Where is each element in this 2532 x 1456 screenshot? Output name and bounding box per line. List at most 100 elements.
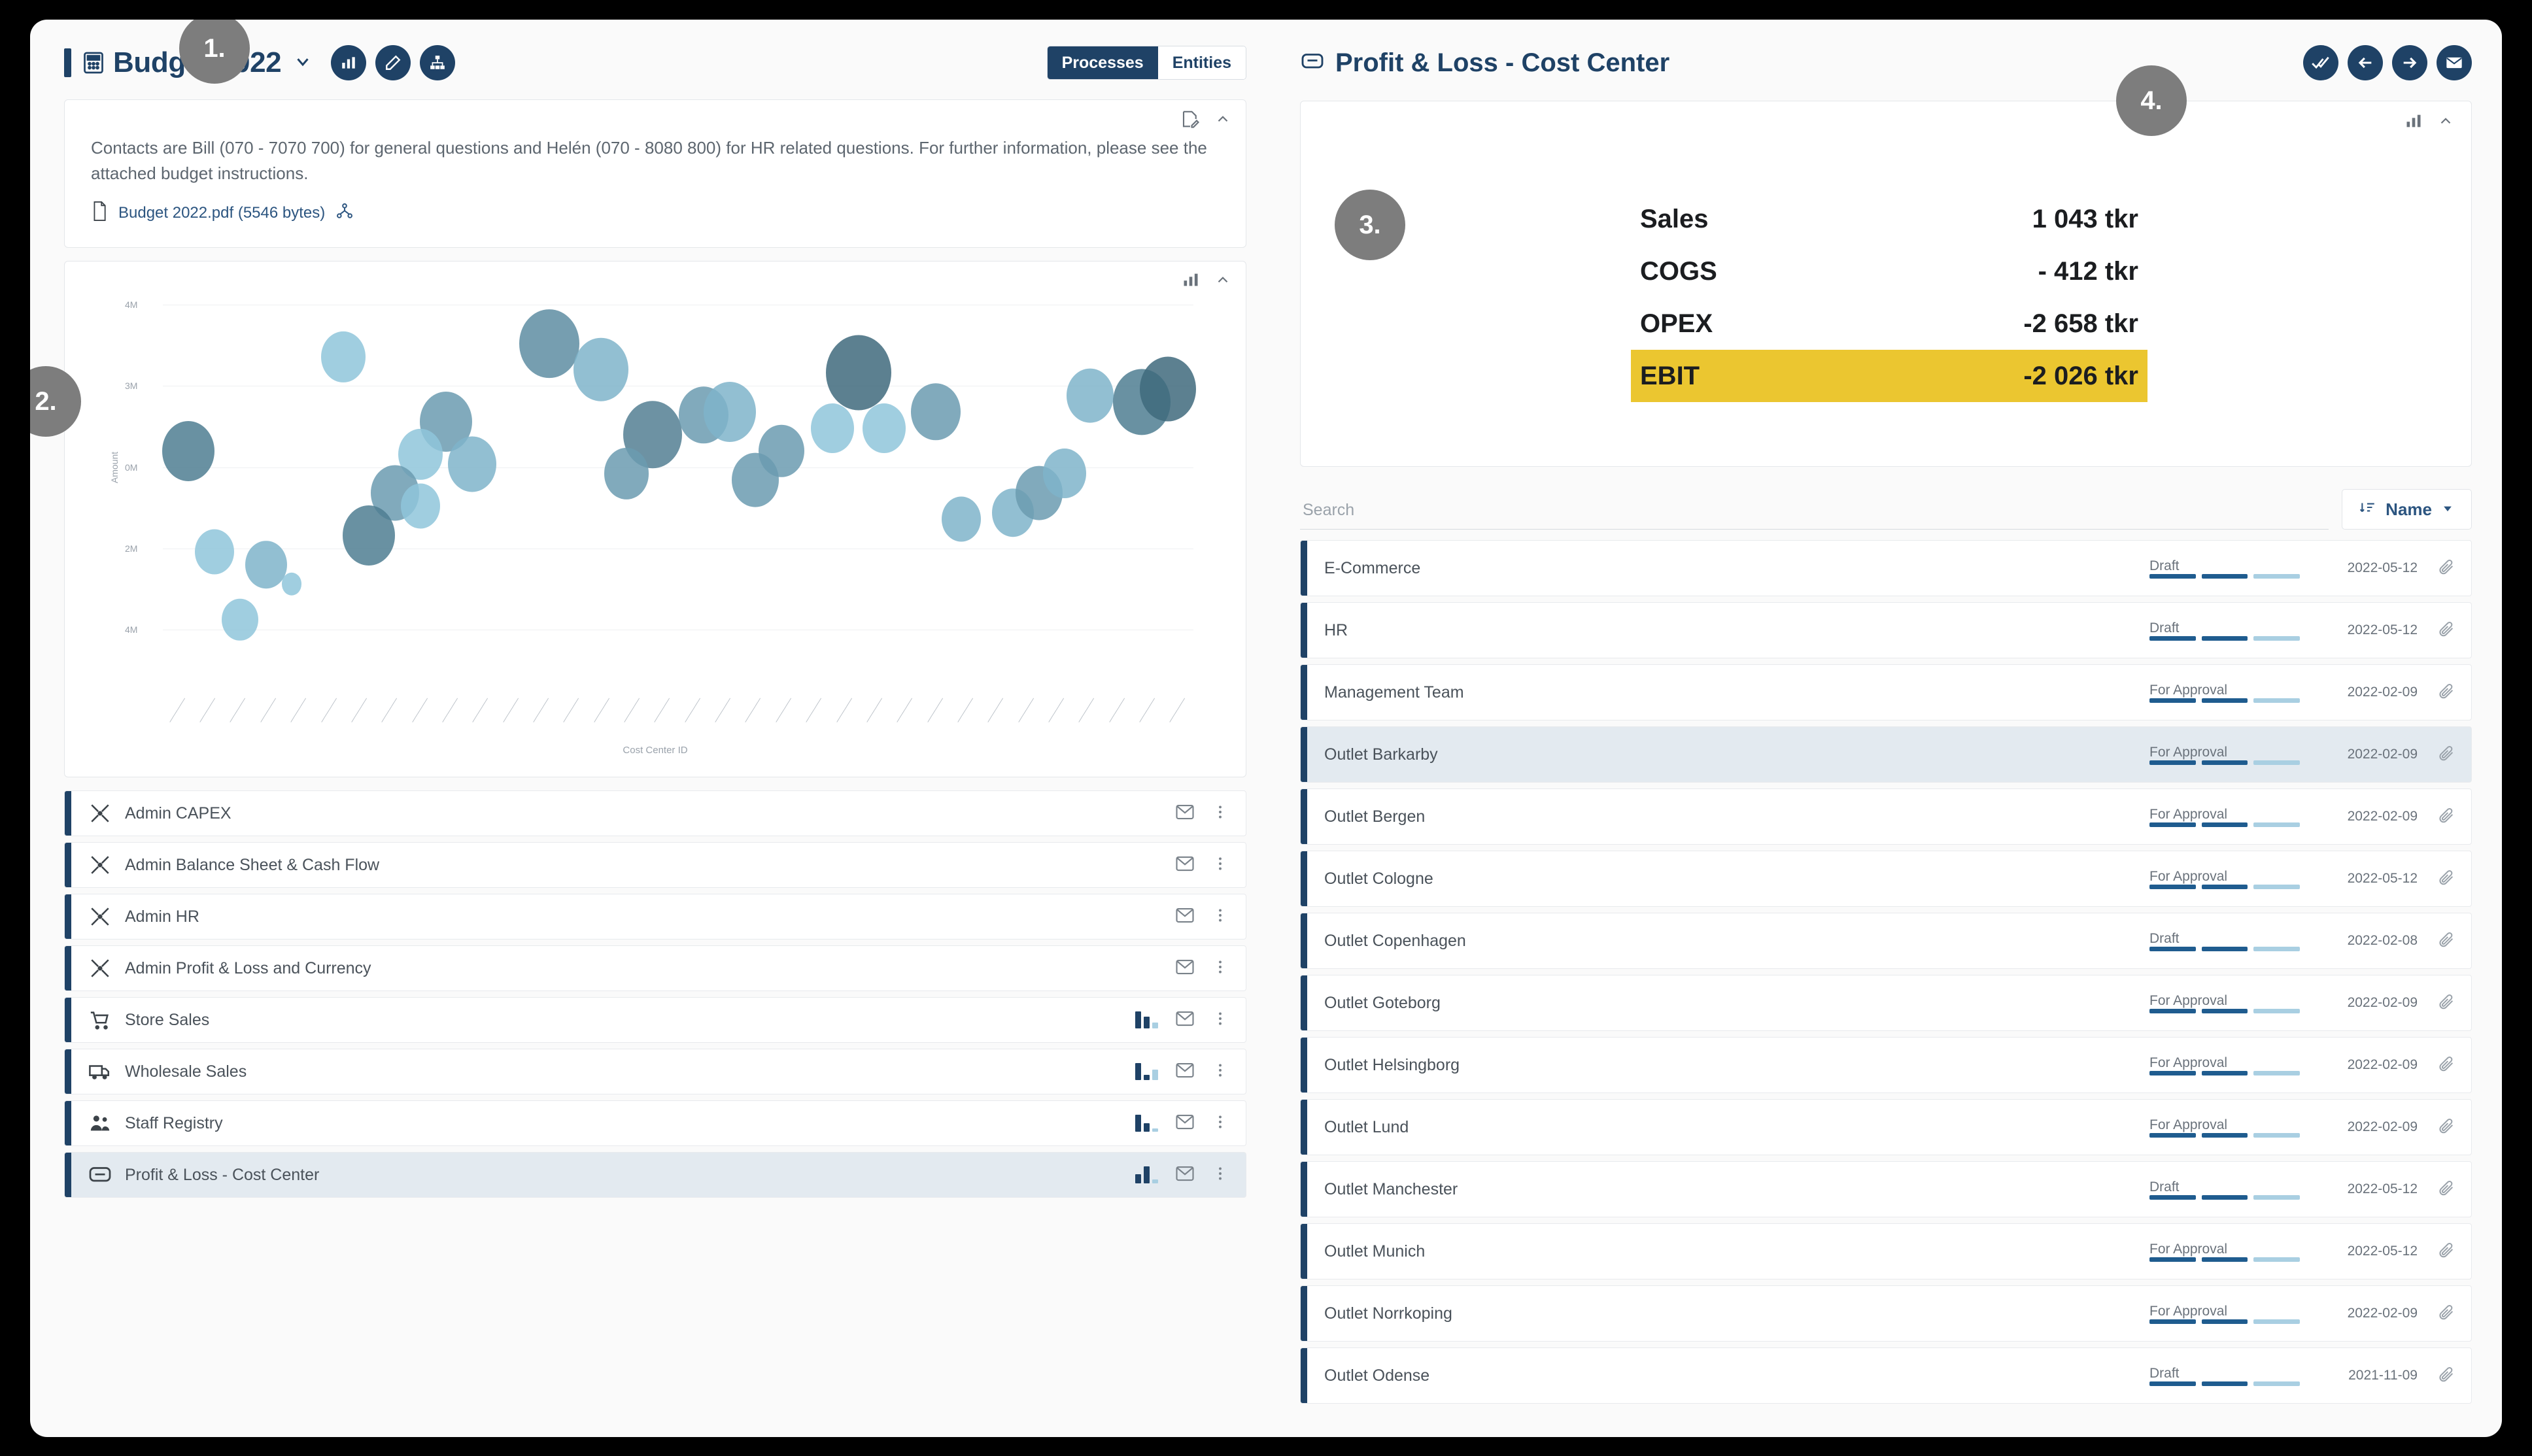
sort-dropdown[interactable]: Name xyxy=(2342,489,2472,530)
paperclip-icon[interactable] xyxy=(2437,930,2455,952)
more-vertical-icon[interactable] xyxy=(1212,1164,1229,1187)
chart-bubble[interactable] xyxy=(194,529,234,575)
more-vertical-icon[interactable] xyxy=(1212,802,1229,825)
entity-row[interactable]: Outlet Barkarby For Approval 2022-02-09 xyxy=(1300,726,2472,783)
entity-row[interactable]: Outlet Manchester Draft 2022-05-12 xyxy=(1300,1161,2472,1217)
edit-document-icon[interactable] xyxy=(1180,109,1200,132)
next-button[interactable] xyxy=(2392,45,2427,80)
paperclip-icon[interactable] xyxy=(2437,868,2455,890)
chart-bubble[interactable] xyxy=(1067,368,1114,423)
mail-icon[interactable] xyxy=(1175,1009,1195,1032)
mail-icon[interactable] xyxy=(1175,1164,1195,1187)
paperclip-icon[interactable] xyxy=(2437,1117,2455,1138)
paperclip-icon[interactable] xyxy=(2437,992,2455,1014)
entity-row[interactable]: Outlet Lund For Approval 2022-02-09 xyxy=(1300,1099,2472,1155)
paperclip-icon[interactable] xyxy=(2437,1365,2455,1387)
process-row[interactable]: Admin CAPEX xyxy=(64,790,1246,836)
entity-row[interactable]: Outlet Norrkoping For Approval 2022-02-09 xyxy=(1300,1285,2472,1342)
previous-button[interactable] xyxy=(2348,45,2383,80)
mail-icon[interactable] xyxy=(1175,1060,1195,1083)
process-row[interactable]: Wholesale Sales xyxy=(64,1049,1246,1094)
process-row[interactable]: Staff Registry xyxy=(64,1100,1246,1146)
chart-button[interactable] xyxy=(331,45,367,80)
chart-bubble[interactable] xyxy=(320,331,366,382)
approve-all-button[interactable] xyxy=(2303,45,2338,80)
chart-bubble[interactable] xyxy=(282,573,301,596)
chart-bubble[interactable] xyxy=(863,403,906,453)
process-row[interactable]: Profit & Loss - Cost Center xyxy=(64,1152,1246,1198)
entity-row[interactable]: Outlet Copenhagen Draft 2022-02-08 xyxy=(1300,913,2472,969)
mail-icon[interactable] xyxy=(1175,906,1195,928)
chart-bubble[interactable] xyxy=(732,452,779,507)
paperclip-icon[interactable] xyxy=(2437,806,2455,828)
process-row[interactable]: Admin Balance Sheet & Cash Flow xyxy=(64,842,1246,888)
chart-bubble[interactable] xyxy=(1139,356,1196,422)
chart-bubble[interactable] xyxy=(343,505,396,566)
chart-bubble[interactable] xyxy=(942,496,982,542)
bar-chart-icon[interactable] xyxy=(2404,112,2423,133)
profit-loss-value: -2 026 tkr xyxy=(2023,361,2138,390)
chart-bubble[interactable] xyxy=(703,382,756,442)
mail-icon[interactable] xyxy=(1175,802,1195,825)
chevron-up-icon[interactable] xyxy=(2437,112,2454,133)
chart-bubble[interactable] xyxy=(825,335,891,411)
share-icon[interactable] xyxy=(335,202,354,224)
mail-icon[interactable] xyxy=(1175,957,1195,980)
process-row[interactable]: Admin Profit & Loss and Currency xyxy=(64,945,1246,991)
chart-bubble[interactable] xyxy=(911,383,961,441)
chart-bubble[interactable] xyxy=(447,435,496,492)
tools-icon xyxy=(86,957,114,979)
more-vertical-icon[interactable] xyxy=(1212,1060,1229,1083)
chevron-up-icon[interactable] xyxy=(1214,110,1231,131)
paperclip-icon[interactable] xyxy=(2437,744,2455,766)
entity-row[interactable]: Outlet Bergen For Approval 2022-02-09 xyxy=(1300,788,2472,845)
more-vertical-icon[interactable] xyxy=(1212,1112,1229,1135)
more-vertical-icon[interactable] xyxy=(1212,957,1229,980)
entity-row[interactable]: Outlet Munich For Approval 2022-05-12 xyxy=(1300,1223,2472,1279)
attachment-name[interactable]: Budget 2022.pdf (5546 bytes) xyxy=(118,204,325,222)
process-row[interactable]: Admin HR xyxy=(64,894,1246,940)
chart-bubble[interactable] xyxy=(245,540,287,589)
paperclip-icon[interactable] xyxy=(2437,682,2455,703)
entity-row[interactable]: Outlet Goteborg For Approval 2022-02-09 xyxy=(1300,975,2472,1031)
hierarchy-button[interactable] xyxy=(420,45,456,80)
chevron-down-icon[interactable] xyxy=(293,52,313,75)
chart-bubble[interactable] xyxy=(401,483,440,529)
row-accent xyxy=(1301,1348,1307,1403)
entity-row[interactable]: Outlet Cologne For Approval 2022-05-12 xyxy=(1300,851,2472,907)
tab-processes[interactable]: Processes xyxy=(1047,46,1158,79)
edit-button[interactable] xyxy=(375,45,411,80)
mail-icon[interactable] xyxy=(1175,854,1195,877)
tab-entities[interactable]: Entities xyxy=(1157,46,1246,79)
chart-bubble[interactable] xyxy=(604,448,649,499)
paperclip-icon[interactable] xyxy=(2437,620,2455,641)
entity-row[interactable]: E-Commerce Draft 2022-05-12 xyxy=(1300,540,2472,596)
profit-loss-label: OPEX xyxy=(1640,309,1713,338)
more-vertical-icon[interactable] xyxy=(1212,1009,1229,1032)
more-vertical-icon[interactable] xyxy=(1212,854,1229,877)
mail-button[interactable] xyxy=(2437,45,2472,80)
paperclip-icon[interactable] xyxy=(2437,1179,2455,1200)
chart-bubble[interactable] xyxy=(811,403,855,453)
chart-bubble[interactable] xyxy=(573,338,628,401)
entity-row[interactable]: Outlet Helsingborg For Approval 2022-02-09 xyxy=(1300,1037,2472,1093)
mail-icon[interactable] xyxy=(1175,1112,1195,1135)
paperclip-icon[interactable] xyxy=(2437,558,2455,579)
more-vertical-icon[interactable] xyxy=(1212,906,1229,928)
paperclip-icon[interactable] xyxy=(2437,1303,2455,1325)
chart-bubble[interactable] xyxy=(1043,449,1086,499)
chart-bubble[interactable] xyxy=(162,420,215,481)
entity-row[interactable]: HR Draft 2022-05-12 xyxy=(1300,602,2472,658)
status-label: Draft xyxy=(2149,930,2180,946)
bar-chart-icon[interactable] xyxy=(1182,271,1200,292)
status-badge: For Approval xyxy=(2149,1242,2301,1262)
search-input[interactable] xyxy=(1300,497,2329,530)
chart-bubble[interactable] xyxy=(519,309,579,379)
paperclip-icon[interactable] xyxy=(2437,1055,2455,1076)
entity-row[interactable]: Management Team For Approval 2022-02-09 xyxy=(1300,664,2472,720)
attachment-row[interactable]: Budget 2022.pdf (5546 bytes) xyxy=(91,201,1220,234)
process-row[interactable]: Store Sales xyxy=(64,997,1246,1043)
paperclip-icon[interactable] xyxy=(2437,1241,2455,1262)
chevron-up-icon[interactable] xyxy=(1214,271,1231,292)
entity-row[interactable]: Outlet Odense Draft 2021-11-09 xyxy=(1300,1347,2472,1404)
